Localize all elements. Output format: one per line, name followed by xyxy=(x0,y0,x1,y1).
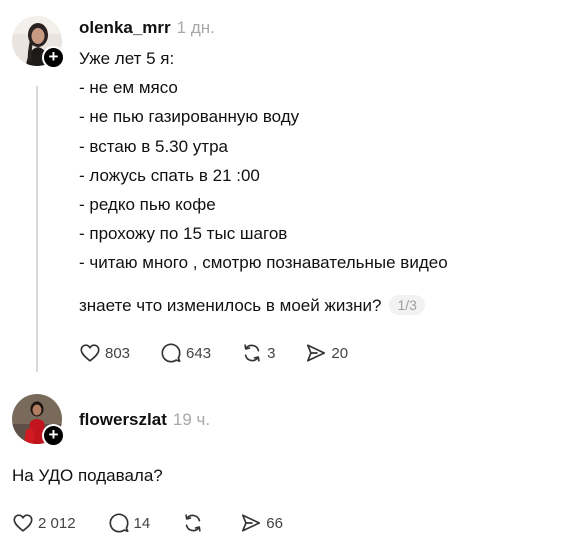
reply-post: + flowerszlat 19 ч. На УДО подавала? 2 01… xyxy=(0,380,578,549)
comment-button[interactable]: 643 xyxy=(160,342,211,364)
thread-line xyxy=(36,86,38,372)
like-button[interactable]: 803 xyxy=(79,342,130,364)
post-line: - встаю в 5.30 утра xyxy=(79,136,229,156)
comment-count: 643 xyxy=(186,344,212,362)
avatar-wrap[interactable]: + xyxy=(12,16,65,69)
repost-button[interactable] xyxy=(182,512,208,534)
post-header: olenka_mrr 1 дн. xyxy=(79,18,215,38)
post-text: На УДО подавала? xyxy=(12,466,163,485)
repost-button[interactable]: 3 xyxy=(241,342,275,364)
comment-count: 14 xyxy=(133,514,151,532)
question-text: знаете что изменилось в моей жизни? xyxy=(79,296,382,315)
username[interactable]: flowerszlat xyxy=(79,410,167,429)
repost-icon xyxy=(244,344,260,362)
send-icon xyxy=(242,514,261,532)
comment-button[interactable]: 14 xyxy=(108,512,151,534)
follow-plus-icon[interactable]: + xyxy=(42,46,65,69)
comment-bubble-icon xyxy=(161,343,181,363)
post-line: Уже лет 5 я: xyxy=(79,49,175,68)
thread-pager-badge[interactable]: 1/3 xyxy=(389,295,425,315)
like-count: 803 xyxy=(105,344,131,362)
like-button[interactable]: 2 012 xyxy=(12,512,76,534)
thread-post: + olenka_mrr 1 дн. Уже лет 5 я: - не ем м… xyxy=(0,0,578,380)
username[interactable]: olenka_mrr xyxy=(79,18,171,37)
timestamp: 1 дн. xyxy=(176,18,215,37)
heart-icon xyxy=(80,344,100,362)
share-button[interactable]: 66 xyxy=(240,512,283,534)
repost-icon xyxy=(185,514,201,532)
heart-icon xyxy=(13,514,33,532)
send-icon xyxy=(307,344,326,362)
post-line: - прохожу по 15 тыс шагов xyxy=(79,224,288,244)
comment-bubble-icon xyxy=(109,513,129,533)
post-line: - читаю много , смотрю познавательные ви… xyxy=(79,253,448,273)
timestamp: 19 ч. xyxy=(172,410,211,429)
share-count: 20 xyxy=(331,344,349,362)
action-bar: 2 012 14 66 xyxy=(12,512,315,534)
avatar-wrap[interactable]: + xyxy=(12,394,65,447)
repost-count: 3 xyxy=(267,344,276,362)
follow-plus-icon[interactable]: + xyxy=(42,424,65,447)
post-text: Уже лет 5 я: - не ем мясо - не пью газир… xyxy=(79,44,448,278)
action-bar: 803 643 3 20 xyxy=(79,342,378,364)
post-line: - не ем мясо xyxy=(79,78,178,98)
post-line: - не пью газированную воду xyxy=(79,107,300,127)
post-line: - редко пью кофе xyxy=(79,195,216,215)
like-count: 2 012 xyxy=(38,514,76,532)
share-button[interactable]: 20 xyxy=(305,342,348,364)
post-question: знаете что изменилось в моей жизни? 1/3 xyxy=(79,295,425,316)
post-line: - ложусь спать в 21 :00 xyxy=(79,165,260,185)
share-count: 66 xyxy=(266,514,283,532)
post-header: flowerszlat 19 ч. xyxy=(79,410,210,430)
